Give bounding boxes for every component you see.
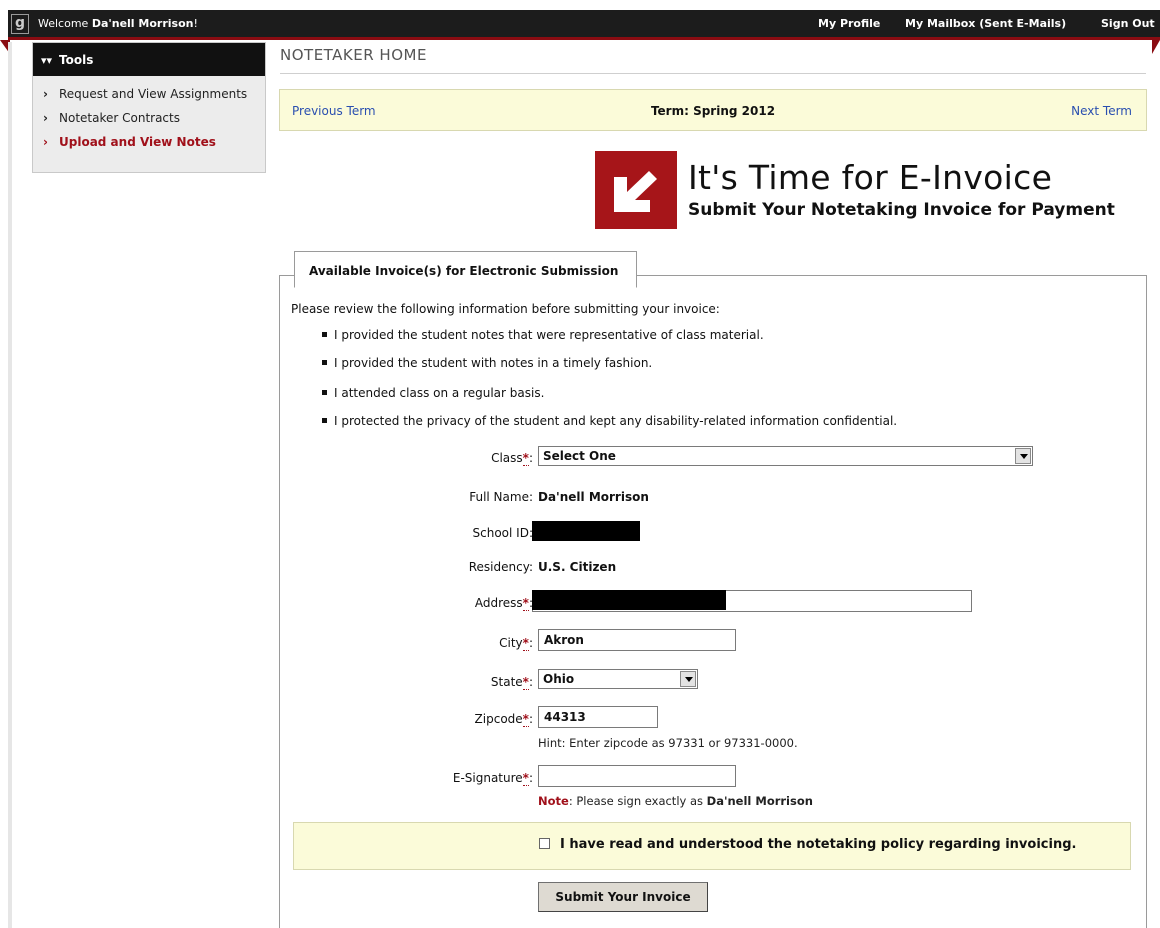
state-select-value: Ohio <box>543 672 575 686</box>
arrow-down-left-icon <box>595 151 677 229</box>
note-text: : Please sign exactly as <box>568 794 707 808</box>
term-navigation-bar: Term: Spring 2012 Previous Term Next Ter… <box>279 89 1147 131</box>
label-colon: : <box>528 712 533 726</box>
welcome-user-name: Da'nell Morrison <box>91 17 194 30</box>
zipcode-input[interactable]: 44313 <box>538 706 658 728</box>
signature-note: Note: Please sign exactly as Da'nell Mor… <box>538 794 813 808</box>
app-logo-icon[interactable]: g <box>11 14 29 34</box>
note-label: Note <box>538 794 569 808</box>
sidebar-item-label: Upload and View Notes <box>59 135 216 149</box>
esignature-input[interactable] <box>538 765 736 787</box>
note-name: Da'nell Morrison <box>706 794 813 808</box>
submit-invoice-button[interactable]: Submit Your Invoice <box>538 882 708 912</box>
state-select[interactable]: Ohio <box>538 669 698 689</box>
class-select-value: Select One <box>543 449 616 463</box>
review-bullet: I provided the student with notes in a t… <box>322 356 652 370</box>
zipcode-label-text: Zipcode <box>474 712 523 726</box>
review-bullet: I provided the student notes that were r… <box>322 328 764 342</box>
esignature-label: E-Signature*: <box>452 771 533 786</box>
previous-term-link[interactable]: Previous Term <box>292 104 376 118</box>
sidebar-item-request-assignments[interactable]: › Request and View Assignments <box>33 87 265 111</box>
chevron-right-icon: › <box>43 87 48 101</box>
policy-agreement-checkbox[interactable] <box>539 838 550 849</box>
current-term: Term: Spring 2012 <box>650 104 776 118</box>
next-term-link[interactable]: Next Term <box>1071 104 1132 118</box>
header-accent-right <box>1152 40 1160 54</box>
left-edge-strip <box>8 42 12 928</box>
city-label-text: City <box>499 636 523 650</box>
residency-value: U.S. Citizen <box>538 560 617 574</box>
fullname-label: Full Name: <box>469 490 533 504</box>
tools-sidebar: ▾▾ Tools › Request and View Assignments › N… <box>32 42 266 173</box>
my-profile-link[interactable]: My Profile <box>818 17 880 30</box>
fullname-value: Da'nell Morrison <box>538 490 649 504</box>
class-label-text: Class <box>491 451 523 465</box>
double-chevron-down-icon: ▾▾ <box>41 54 53 67</box>
page-title: NOTETAKER HOME <box>280 46 427 64</box>
sidebar-title: Tools <box>59 53 94 67</box>
sidebar-item-label: Request and View Assignments <box>59 87 248 101</box>
zipcode-hint: Hint: Enter zipcode as 97331 or 97331-00… <box>538 736 798 750</box>
welcome-prefix: Welcome <box>38 17 92 30</box>
address-label-text: Address <box>474 596 523 610</box>
welcome-message: Welcome Da'nell Morrison! <box>38 17 198 30</box>
state-label-text: State <box>490 675 523 689</box>
sign-out-link[interactable]: Sign Out <box>1101 17 1155 30</box>
address-redacted <box>532 590 726 610</box>
sidebar-header[interactable]: ▾▾ Tools <box>33 43 265 76</box>
city-label: City*: <box>499 636 533 651</box>
esignature-label-text: E-Signature <box>452 771 523 785</box>
label-colon: : <box>528 636 533 650</box>
label-colon: : <box>528 771 533 785</box>
review-bullet: I attended class on a regular basis. <box>322 386 544 400</box>
address-label: Address*: <box>474 596 533 611</box>
chevron-right-icon: › <box>43 111 48 125</box>
schoolid-label: School ID: <box>472 526 533 540</box>
sidebar-menu: › Request and View Assignments › Notetaker… <box>33 76 265 172</box>
policy-agreement-label[interactable]: I have read and understood the notetakin… <box>560 837 1076 852</box>
state-label: State*: <box>490 675 533 690</box>
invoice-panel-tab[interactable]: Available Invoice(s) for Electronic Subm… <box>294 251 637 288</box>
sidebar-item-upload-notes[interactable]: › Upload and View Notes <box>33 135 265 159</box>
welcome-suffix: ! <box>193 17 198 30</box>
review-bullet: I protected the privacy of the student a… <box>322 414 897 428</box>
class-select[interactable]: Select One <box>538 446 1033 466</box>
banner-title: It's Time for E-Invoice <box>688 158 1053 197</box>
label-colon: : <box>528 451 533 465</box>
zipcode-label: Zipcode*: <box>474 712 533 727</box>
review-intro-text: Please review the following information … <box>291 302 720 316</box>
dropdown-arrow-icon[interactable] <box>1015 448 1031 464</box>
sidebar-item-notetaker-contracts[interactable]: › Notetaker Contracts <box>33 111 265 135</box>
banner-subtitle: Submit Your Notetaking Invoice for Payme… <box>688 200 1115 220</box>
school-id-redacted <box>532 521 640 541</box>
city-input[interactable]: Akron <box>538 629 736 651</box>
label-colon: : <box>528 675 533 689</box>
class-label: Class*: <box>491 451 533 466</box>
residency-label: Residency: <box>468 560 533 574</box>
sidebar-item-label: Notetaker Contracts <box>59 111 180 125</box>
chevron-right-icon: › <box>43 135 48 149</box>
top-navigation-bar: g Welcome Da'nell Morrison! My Profile M… <box>8 10 1160 40</box>
title-divider <box>280 73 1146 74</box>
dropdown-arrow-icon[interactable] <box>680 671 696 687</box>
my-mailbox-link[interactable]: My Mailbox (Sent E-Mails) <box>905 17 1066 30</box>
